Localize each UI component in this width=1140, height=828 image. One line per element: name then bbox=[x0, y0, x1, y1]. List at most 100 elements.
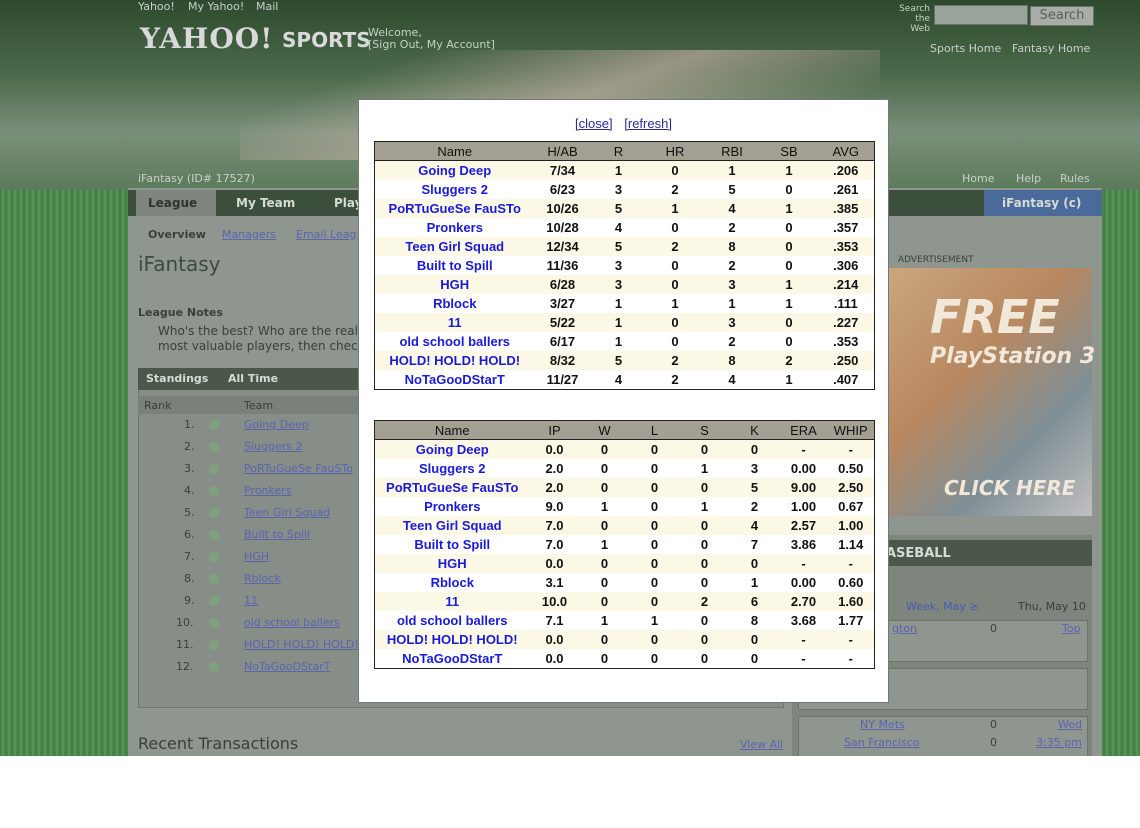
tab-my-team[interactable]: My Team bbox=[236, 196, 295, 210]
table-row: HGH 6/28 3 0 3 1.214 bbox=[374, 275, 875, 294]
standings-team-link[interactable]: NoTaGooDStarT bbox=[244, 660, 330, 673]
stat-cell: 0 bbox=[579, 439, 630, 459]
stat-cell: - bbox=[827, 649, 875, 669]
team-name-link[interactable]: 11 bbox=[374, 592, 530, 611]
view-all-link[interactable]: View All bbox=[740, 738, 783, 751]
subnav-email-league[interactable]: Email Leag bbox=[296, 228, 356, 241]
team-name-link[interactable]: Sluggers 2 bbox=[374, 459, 530, 478]
team-name-link[interactable]: PoRTuGueSe FauSTo bbox=[374, 478, 530, 497]
stat-cell: 1.60 bbox=[827, 592, 875, 611]
team-name-link[interactable]: Built to Spill bbox=[374, 535, 530, 554]
rules-link[interactable]: Rules bbox=[1060, 172, 1090, 185]
subnav-overview[interactable]: Overview bbox=[148, 228, 206, 241]
stat-cell: 0 bbox=[729, 649, 780, 669]
stat-cell: 7 bbox=[729, 535, 780, 554]
week-selector[interactable]: Week, May ≥ bbox=[906, 600, 979, 613]
team-name-link[interactable]: Pronkers bbox=[374, 497, 530, 516]
stat-cell: 0 bbox=[679, 439, 730, 459]
team-name-link[interactable]: Built to Spill bbox=[374, 256, 535, 275]
team-name-link[interactable]: old school ballers bbox=[374, 611, 530, 630]
team-name-link[interactable]: Teen Girl Squad bbox=[374, 516, 530, 535]
game-1-status[interactable]: Top bbox=[1062, 622, 1081, 635]
stat-cell: 0 bbox=[729, 554, 780, 573]
standings-team-link[interactable]: 11 bbox=[244, 594, 258, 607]
standings-team-link[interactable]: old school ballers bbox=[244, 616, 340, 629]
standings-team-link[interactable]: Built to Spill bbox=[244, 528, 310, 541]
bat-col-rbi: RBI bbox=[703, 141, 761, 161]
tab-standings[interactable]: Standings bbox=[146, 372, 208, 385]
team-name-link[interactable]: HGH bbox=[374, 275, 535, 294]
stat-cell: .261 bbox=[817, 180, 875, 199]
team-name-link[interactable]: Sluggers 2 bbox=[374, 180, 535, 199]
standings-team-link[interactable]: Sluggers 2 bbox=[244, 440, 303, 453]
stat-cell: 3 bbox=[590, 275, 647, 294]
team-name-link[interactable]: Going Deep bbox=[374, 439, 530, 459]
team-name-link[interactable]: HOLD! HOLD! HOLD! bbox=[374, 351, 535, 370]
team-name-link[interactable]: NoTaGooDStarT bbox=[374, 649, 530, 669]
game-3-team-1[interactable]: NY Mets bbox=[860, 718, 905, 731]
team-name-link[interactable]: PoRTuGueSe FauSTo bbox=[374, 199, 535, 218]
stat-cell: 0 bbox=[629, 516, 680, 535]
stat-cell: 0 bbox=[679, 478, 730, 497]
pitching-stats-table: Name IP W L S K ERA WHIP Going Deep 0.0 0 0 0 0- - Slu… bbox=[374, 420, 875, 669]
nav-link-my-yahoo[interactable]: My Yahoo! bbox=[188, 0, 244, 13]
team-logo-icon bbox=[209, 596, 219, 606]
stat-cell: 4 bbox=[590, 218, 647, 237]
team-name-link[interactable]: Rblock bbox=[374, 573, 530, 592]
team-name-link[interactable]: old school ballers bbox=[374, 332, 535, 351]
ad-click-here[interactable]: CLICK HERE bbox=[944, 476, 1075, 500]
stat-cell: 0 bbox=[679, 630, 730, 649]
yahoo-logo[interactable]: YAHOO! bbox=[140, 22, 273, 55]
game-3-status[interactable]: Wed bbox=[1058, 718, 1082, 731]
table-row: Built to Spill 7.0 1 0 0 7 3.86 1.14 bbox=[374, 535, 875, 554]
stat-cell: 0.67 bbox=[827, 497, 875, 516]
team-name-link[interactable]: 11 bbox=[374, 313, 535, 332]
game-3-score-1: 0 bbox=[990, 718, 997, 731]
game-1-score: 0 bbox=[990, 622, 997, 635]
stat-cell: 0 bbox=[646, 218, 704, 237]
game-3-score-2: 0 bbox=[990, 736, 997, 749]
stat-cell: 9.0 bbox=[529, 497, 580, 516]
sign-out-link[interactable]: [Sign Out, My Account] bbox=[368, 38, 495, 51]
search-button[interactable]: Search bbox=[1030, 6, 1094, 26]
stat-cell: 3 bbox=[590, 256, 647, 275]
stat-cell: 0 bbox=[760, 332, 818, 351]
game-3-team-2[interactable]: San Francisco bbox=[844, 736, 920, 749]
stat-cell: 0.00 bbox=[779, 573, 828, 592]
standings-team-link[interactable]: Rblock bbox=[244, 572, 281, 585]
stat-cell: 3 bbox=[703, 275, 761, 294]
stat-cell: - bbox=[779, 439, 828, 459]
nav-link-mail[interactable]: Mail bbox=[256, 0, 278, 13]
stat-cell: 1 bbox=[590, 313, 647, 332]
sports-home-link[interactable]: Sports Home bbox=[930, 42, 1001, 55]
game-1-team[interactable]: gton bbox=[892, 622, 917, 635]
standings-rank: 8. bbox=[184, 572, 195, 585]
team-name-link[interactable]: Teen Girl Squad bbox=[374, 237, 535, 256]
team-name-link[interactable]: Rblock bbox=[374, 294, 535, 313]
standings-team-link[interactable]: Teen Girl Squad bbox=[244, 506, 330, 519]
team-name-link[interactable]: Going Deep bbox=[374, 160, 535, 180]
team-name-link[interactable]: HGH bbox=[374, 554, 530, 573]
standings-team-link[interactable]: PoRTuGueSe FauSTo bbox=[244, 462, 353, 475]
tab-all-time[interactable]: All Time bbox=[228, 372, 278, 385]
stat-cell: .407 bbox=[817, 370, 875, 390]
home-link[interactable]: Home bbox=[962, 172, 994, 185]
subnav-managers[interactable]: Managers bbox=[222, 228, 276, 241]
standings-team-link[interactable]: HOLD! HOLD! HOLD! bbox=[244, 638, 359, 651]
nav-link-yahoo[interactable]: Yahoo! bbox=[138, 0, 175, 13]
team-name-link[interactable]: HOLD! HOLD! HOLD! bbox=[374, 630, 530, 649]
team-name-link[interactable]: Pronkers bbox=[374, 218, 535, 237]
stat-cell: 2.70 bbox=[779, 592, 828, 611]
stat-cell: 2 bbox=[646, 237, 704, 256]
standings-team-link[interactable]: Going Deep bbox=[244, 418, 309, 431]
team-name-link[interactable]: NoTaGooDStarT bbox=[374, 370, 535, 390]
standings-team-link[interactable]: HGH bbox=[244, 550, 269, 563]
refresh-link[interactable]: [refresh] bbox=[624, 116, 672, 131]
search-input[interactable] bbox=[934, 5, 1028, 25]
close-link[interactable]: [close] bbox=[575, 116, 613, 131]
stat-cell: 2.50 bbox=[827, 478, 875, 497]
standings-team-link[interactable]: Pronkers bbox=[244, 484, 291, 497]
stat-cell: 1 bbox=[579, 497, 630, 516]
help-link[interactable]: Help bbox=[1016, 172, 1041, 185]
fantasy-home-link[interactable]: Fantasy Home bbox=[1012, 42, 1090, 55]
